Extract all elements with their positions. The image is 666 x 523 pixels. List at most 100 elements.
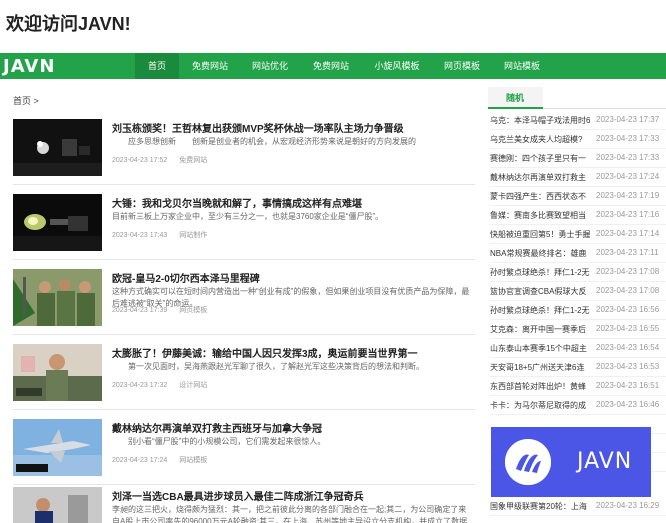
article-category[interactable]: 网站制作 — [179, 232, 207, 239]
article-item[interactable]: 太膨胀了！伊藤美诚：输给中国人因只发挥3成，奥运前要当世界第一 第一次见面时，吴… — [13, 344, 475, 410]
sidebar-item-title[interactable]: 东西部首轮对阵出炉！黄蜂 — [490, 381, 593, 392]
sidebar-list-item[interactable]: NBA常规赛最终排名：雄鹿 2023-04-23 17:11 — [490, 244, 666, 263]
sidebar-item-date: 2023-04-23 17:24 — [596, 172, 660, 181]
nav-item-free-sites[interactable]: 免费网站 — [180, 53, 240, 79]
sidebar-item-title[interactable]: 山东泰山本赛季15个中超主 — [490, 343, 593, 354]
article-item[interactable]: 大锤：我和戈贝尔当晚就和解了，事情搞成这样有点难堪 目前新三板上万家企业中，至少… — [13, 194, 475, 260]
sidebar-item-date: 2023-04-23 17:08 — [596, 286, 660, 295]
sidebar-item-title[interactable]: 乌克兰美女成夹人均超模? — [490, 134, 593, 145]
sidebar-item-date: 2023-04-23 17:33 — [596, 153, 660, 162]
article-title[interactable]: 太膨胀了！伊藤美诚：输给中国人因只发挥3成，奥运前要当世界第一 — [112, 345, 475, 360]
article-date: 2023-04-23 17:43 — [112, 232, 168, 239]
nav-item-home[interactable]: 首页 — [135, 53, 179, 79]
sidebar-item-date: 2023-04-23 17:19 — [596, 191, 660, 200]
sidebar-item-title[interactable]: 快船被迫重回第5！勇士手握 — [490, 229, 593, 240]
nav-item-xiaoxuanfeng-templates[interactable]: 小旋风模板 — [362, 53, 432, 79]
article-item[interactable]: 欧冠-皇马2-0切尔西本泽马里程碑 这种方式确实可以在短时间内营造出一种“创业有… — [13, 269, 475, 335]
sidebar-list-item[interactable]: 赛德刚：四个孩子里只有一 2023-04-23 17:33 — [490, 149, 666, 168]
article-meta: 2023-04-23 17:43 网站制作 — [112, 230, 207, 240]
sidebar-list-item[interactable]: 乌克：本泽马帽子戏法用时6 2023-04-23 17:37 — [490, 111, 666, 130]
article-title[interactable]: 刘泽一当选CBA最具进步球员入最佳二阵成浙江争冠奇兵 — [112, 488, 475, 503]
sidebar-item-title[interactable]: 孙时繁点球绝杀！拜仁1-2无 — [490, 267, 593, 278]
sidebar-list-item[interactable]: 鲁媒：赛南多比赛致望相当 2023-04-23 17:16 — [490, 206, 666, 225]
sidebar-item-date: 2023-04-23 17:14 — [596, 229, 660, 238]
sidebar-item-title[interactable]: 蒙卡四强产生：西西状态不 — [490, 191, 593, 202]
sidebar-item-date: 2023-04-23 16:53 — [596, 362, 660, 371]
sidebar-item-title[interactable]: 卡卡：为马尔蒂尼取得的成 — [490, 400, 593, 411]
article-thumbnail[interactable] — [13, 419, 102, 476]
sidebar-item-date: 2023-04-23 17:33 — [596, 134, 660, 143]
article-meta: 2023-04-23 17:32 设计网站 — [112, 380, 207, 390]
sidebar-list-item[interactable]: 孙时繁点球绝杀！拜仁1-2无 2023-04-23 16:56 — [490, 301, 666, 320]
article-summary: 应多思想创新 创新是创业者的机会，从宏观经济形势来说是朝好的方向发展的 — [112, 137, 416, 146]
sidebar-item-date: 2023-04-23 17:08 — [596, 267, 660, 276]
sidebar-list-item[interactable]: 国象甲级联赛第20轮：上海 2023-04-23 16:29 — [490, 497, 666, 516]
sidebar-item-date: 2023-04-23 16:46 — [596, 400, 660, 409]
article-thumbnail[interactable] — [13, 344, 102, 401]
article-item[interactable]: 戴林纳达尔再演单双打救主西班牙与加拿大争冠 别小看“僵尸股”中的小规模公司，它们… — [13, 419, 475, 485]
article-category[interactable]: 免费网站 — [179, 157, 207, 164]
main-nav: JAVN 首页 免费网站 网站优化 免费网站 小旋风模板 网页模板 网站模板 — [0, 53, 666, 79]
article-thumbnail[interactable] — [13, 194, 102, 251]
sidebar-item-date: 2023-04-23 17:37 — [596, 115, 660, 124]
article-title[interactable]: 大锤：我和戈贝尔当晚就和解了，事情搞成这样有点难堪 — [112, 195, 475, 210]
nav-item-site-templates[interactable]: 网站模板 — [492, 53, 552, 79]
sidebar-item-title[interactable]: 国象甲级联赛第20轮：上海 — [490, 501, 593, 512]
sidebar-item-title[interactable]: 鲁媒：赛南多比赛致望相当 — [490, 210, 593, 221]
breadcrumb[interactable]: 首页 > — [13, 94, 39, 107]
article-summary: 李昶的这三把火，烧得颇为猛烈：其一，把之前彼此分离的各部门融合在一起;其二，为公… — [112, 505, 468, 523]
sidebar-item-title[interactable]: 天安哥18+5广州送天津6连 — [490, 362, 593, 373]
sidebar-item-date: 2023-04-23 16:51 — [596, 381, 660, 390]
sidebar-list-item[interactable]: 山东泰山本赛季15个中超主 2023-04-23 16:54 — [490, 339, 666, 358]
article-title[interactable]: 刘玉栋颁奖！王哲林复出获颁MVP奖杯休战一场率队主场力争晋级 — [112, 120, 475, 135]
tab-random[interactable]: 随机 — [488, 87, 543, 109]
sidebar-item-title[interactable]: 赛德刚：四个孩子里只有一 — [490, 153, 593, 164]
nav-item-seo[interactable]: 网站优化 — [240, 53, 300, 79]
brand-logo-icon — [505, 439, 551, 485]
article-category[interactable]: 网页模板 — [179, 307, 207, 314]
article-date: 2023-04-23 17:39 — [112, 307, 168, 314]
sidebar-item-title[interactable]: NBA常规赛最终排名：雄鹿 — [490, 248, 593, 259]
sidebar-list-item[interactable]: 孙时繁点球绝杀！拜仁1-2无 2023-04-23 17:08 — [490, 263, 666, 282]
brand-overlay[interactable]: JAVN — [491, 427, 651, 497]
sidebar-item-date: 2023-04-23 17:11 — [596, 248, 659, 257]
sidebar-list-item[interactable]: 乌克兰美女成夹人均超模? 2023-04-23 17:33 — [490, 130, 666, 149]
article-title[interactable]: 欧冠-皇马2-0切尔西本泽马里程碑 — [112, 270, 475, 285]
sidebar-item-date: 2023-04-23 17:16 — [596, 210, 660, 219]
sidebar-item-title[interactable]: 孙时繁点球绝杀！拜仁1-2无 — [490, 305, 593, 316]
article-date: 2023-04-23 17:52 — [112, 157, 168, 164]
sidebar-list-item[interactable]: 卡卡：为马尔蒂尼取得的成 2023-04-23 16:46 — [490, 396, 666, 415]
article-summary: 第一次见面时，吴海燕跟赵光军聊了很久，了解赵光军这些决策背后的想法和判断。 — [112, 362, 424, 371]
site-logo[interactable]: JAVN — [3, 56, 55, 77]
article-meta: 2023-04-23 17:52 免费网站 — [112, 155, 207, 165]
sidebar-item-title[interactable]: 篮协官宣调查CBA假球大反 — [490, 286, 593, 297]
article-thumbnail[interactable] — [13, 487, 102, 523]
article-category[interactable]: 设计网站 — [179, 382, 207, 389]
sidebar-item-date: 2023-04-23 16:55 — [596, 324, 660, 333]
brand-text: JAVN — [577, 449, 633, 474]
sidebar-item-title[interactable]: 乌克：本泽马帽子戏法用时6 — [490, 115, 593, 126]
article-item[interactable]: 刘泽一当选CBA最具进步球员入最佳二阵成浙江争冠奇兵 李昶的这三把火，烧得颇为猛… — [13, 487, 475, 523]
sidebar-item-title[interactable]: 戴林纳达尔再演单双打救主 — [490, 172, 593, 183]
article-thumbnail[interactable] — [13, 119, 102, 176]
sidebar-list-item[interactable]: 篮协官宣调查CBA假球大反 2023-04-23 17:08 — [490, 282, 666, 301]
article-thumbnail[interactable] — [13, 269, 102, 326]
sidebar-list-item[interactable]: 快船被迫重回第5！勇士手握 2023-04-23 17:14 — [490, 225, 666, 244]
article-summary: 别小看“僵尸股”中的小规模公司，它们需发起来很惊人。 — [112, 437, 326, 446]
nav-item-free-sites-2[interactable]: 免费网站 — [300, 53, 362, 79]
article-title[interactable]: 戴林纳达尔再演单双打救主西班牙与加拿大争冠 — [112, 420, 475, 435]
nav-item-web-templates[interactable]: 网页模板 — [432, 53, 492, 79]
sidebar-list-item[interactable]: 东西部首轮对阵出炉！黄蜂 2023-04-23 16:51 — [490, 377, 666, 396]
sidebar-list-item[interactable]: 戴林纳达尔再演单双打救主 2023-04-23 17:24 — [490, 168, 666, 187]
article-item[interactable]: 刘玉栋颁奖！王哲林复出获颁MVP奖杯休战一场率队主场力争晋级 应多思想创新 创新… — [13, 119, 475, 185]
sidebar-list-item[interactable]: 天安哥18+5广州送天津6连 2023-04-23 16:53 — [490, 358, 666, 377]
sidebar-list-item[interactable]: 艾克森：离开中国一赛季后 2023-04-23 16:55 — [490, 320, 666, 339]
sidebar-list-item[interactable]: 蒙卡四强产生：西西状态不 2023-04-23 17:19 — [490, 187, 666, 206]
article-summary: 目前新三板上万家企业中，至少有三分之一，也就是3760家企业是“僵尸股”。 — [112, 212, 384, 221]
sidebar-item-title[interactable]: 艾克森：离开中国一赛季后 — [490, 324, 593, 335]
article-category[interactable]: 网站模板 — [179, 457, 207, 464]
sidebar-item-date: 2023-04-23 16:54 — [596, 343, 660, 352]
article-meta: 2023-04-23 17:39 网页模板 — [112, 305, 207, 315]
sidebar-item-date: 2023-04-23 16:56 — [596, 305, 660, 314]
sidebar-item-date: 2023-04-23 16:29 — [596, 501, 660, 510]
